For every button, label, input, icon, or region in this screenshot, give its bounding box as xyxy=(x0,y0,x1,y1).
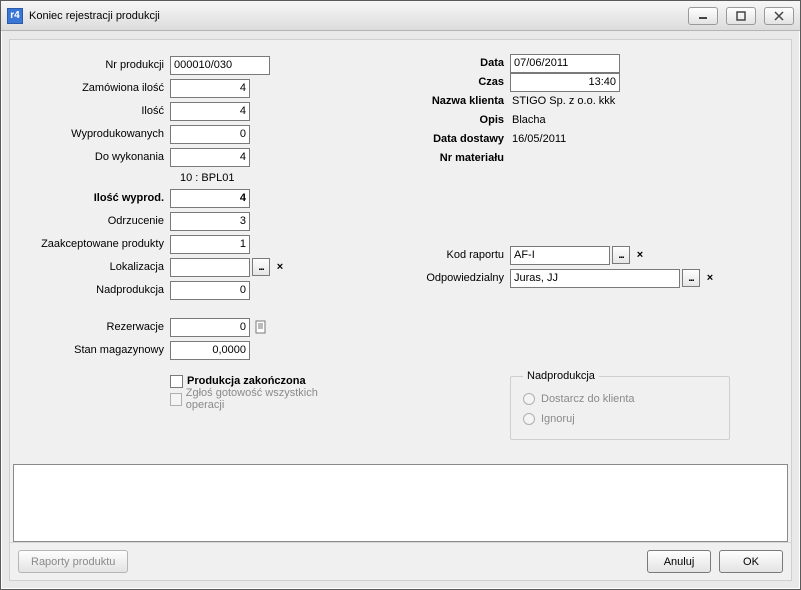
zglos-gotowosc-label: Zgłoś gotowość wszystkich operacji xyxy=(186,387,340,411)
operation-note: 10 : BPL01 xyxy=(30,169,340,187)
maximize-icon xyxy=(736,11,746,21)
opis-value: Blacha xyxy=(510,114,546,126)
radio-ignoruj: Ignoruj xyxy=(523,409,717,429)
dialog-window: r4 Koniec rejestracji produkcji Nr produ… xyxy=(0,0,801,590)
odpowiedzialny-input[interactable] xyxy=(510,269,680,288)
checkbox-icon xyxy=(170,375,183,388)
stan-label: Stan magazynowy xyxy=(30,344,170,356)
form-area: Nr produkcji Zamówiona ilość Ilość Wypro… xyxy=(10,40,791,464)
kod-raportu-label: Kod raportu xyxy=(400,249,510,261)
odpowiedzialny-lookup-button[interactable]: ... xyxy=(682,269,700,287)
nazwa-klienta-label: Nazwa klienta xyxy=(400,95,510,107)
nadprodukcja-groupbox: Nadprodukcja Dostarcz do klienta Ignoruj xyxy=(510,376,730,440)
produkcja-zakonczona-label: Produkcja zakończona xyxy=(187,375,306,387)
ilosc-wyprod-input[interactable] xyxy=(170,189,250,208)
odrzucenie-label: Odrzucenie xyxy=(30,215,170,227)
kod-raportu-lookup-button[interactable]: ... xyxy=(612,246,630,264)
do-wykonania-input[interactable] xyxy=(170,148,250,167)
minimize-button[interactable] xyxy=(688,7,718,25)
odrzucenie-input[interactable] xyxy=(170,212,250,231)
stan-input[interactable] xyxy=(170,341,250,360)
data-input[interactable] xyxy=(510,54,620,73)
opis-label: Opis xyxy=(400,114,510,126)
data-dostawy-value: 16/05/2011 xyxy=(510,133,566,145)
wyprodukowanych-label: Wyprodukowanych xyxy=(30,128,170,140)
nr-produkcji-label: Nr produkcji xyxy=(30,59,170,71)
zglos-gotowosc-checkbox: Zgłoś gotowość wszystkich operacji xyxy=(170,390,340,408)
zaakceptowane-input[interactable] xyxy=(170,235,250,254)
titlebar: r4 Koniec rejestracji produkcji xyxy=(1,1,800,31)
data-label: Data xyxy=(400,57,510,69)
radio-dostarcz-label: Dostarcz do klienta xyxy=(541,393,635,405)
close-button[interactable] xyxy=(764,7,794,25)
raporty-produktu-button: Raporty produktu xyxy=(18,550,128,573)
maximize-button[interactable] xyxy=(726,7,756,25)
wyprodukowanych-input[interactable] xyxy=(170,125,250,144)
lokalizacja-input[interactable] xyxy=(170,258,250,277)
app-icon: r4 xyxy=(7,8,23,24)
ilosc-input[interactable] xyxy=(170,102,250,121)
data-dostawy-label: Data dostawy xyxy=(400,133,510,145)
ilosc-label: Ilość xyxy=(30,105,170,117)
nadprodukcja-input[interactable] xyxy=(170,281,250,300)
odpowiedzialny-label: Odpowiedzialny xyxy=(400,272,510,284)
ilosc-wyprod-label: Ilość wyprod. xyxy=(30,192,170,204)
kod-raportu-clear-button[interactable]: × xyxy=(632,246,648,264)
odpowiedzialny-clear-button[interactable]: × xyxy=(702,269,718,287)
client-area: Nr produkcji Zamówiona ilość Ilość Wypro… xyxy=(9,39,792,581)
do-wykonania-label: Do wykonania xyxy=(30,151,170,163)
nazwa-klienta-value: STIGO Sp. z o.o. kkk xyxy=(510,95,615,107)
czas-label: Czas xyxy=(400,76,510,88)
zamowiona-label: Zamówiona ilość xyxy=(30,82,170,94)
left-column: Nr produkcji Zamówiona ilość Ilość Wypro… xyxy=(30,54,340,440)
minimize-icon xyxy=(698,11,708,21)
nr-produkcji-input[interactable] xyxy=(170,56,270,75)
radio-dostarcz: Dostarcz do klienta xyxy=(523,389,717,409)
button-bar: Raporty produktu Anuluj OK xyxy=(10,542,791,580)
zamowiona-input[interactable] xyxy=(170,79,250,98)
czas-input[interactable] xyxy=(510,73,620,92)
lokalizacja-lookup-button[interactable]: ... xyxy=(252,258,270,276)
nadprodukcja-label: Nadprodukcja xyxy=(30,284,170,296)
close-icon xyxy=(774,11,784,21)
window-title: Koniec rejestracji produkcji xyxy=(29,10,160,22)
lokalizacja-clear-button[interactable]: × xyxy=(272,258,288,276)
rezerwacje-label: Rezerwacje xyxy=(30,321,170,333)
anuluj-button[interactable]: Anuluj xyxy=(647,550,711,573)
nadprodukcja-group-legend: Nadprodukcja xyxy=(523,370,599,382)
right-column: Data Czas Nazwa klienta STIGO Sp. z o.o.… xyxy=(400,54,750,440)
kod-raportu-input[interactable] xyxy=(510,246,610,265)
radio-ignoruj-label: Ignoruj xyxy=(541,413,575,425)
nr-materialu-label: Nr materiału xyxy=(400,152,510,164)
checkbox-icon xyxy=(170,393,182,406)
rezerwacje-page-icon[interactable] xyxy=(253,319,269,335)
radio-icon xyxy=(523,413,535,425)
rezerwacje-input[interactable] xyxy=(170,318,250,337)
notes-textarea[interactable] xyxy=(13,464,788,542)
ok-button[interactable]: OK xyxy=(719,550,783,573)
radio-icon xyxy=(523,393,535,405)
lokalizacja-label: Lokalizacja xyxy=(30,261,170,273)
zaakceptowane-label: Zaakceptowane produkty xyxy=(30,238,170,250)
